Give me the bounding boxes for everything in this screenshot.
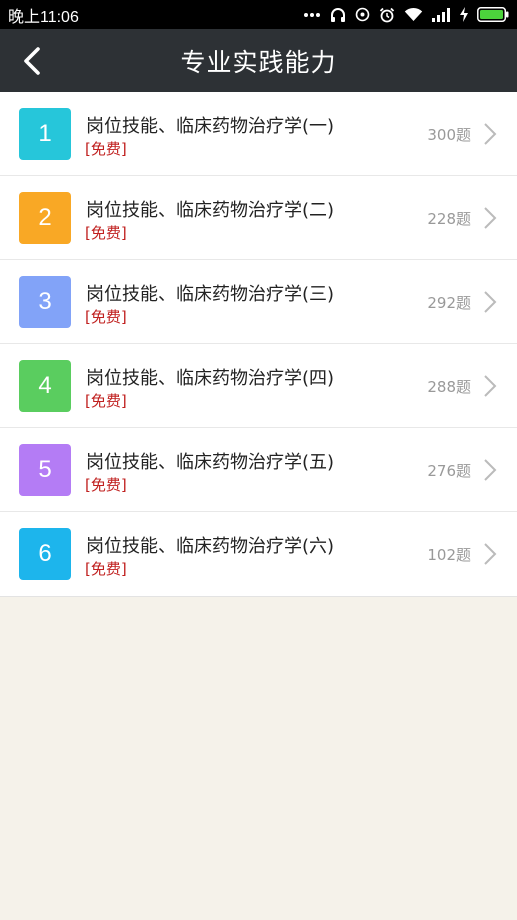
list-item[interactable]: 6 岗位技能、临床药物治疗学(六) [免费] 102题 <box>0 512 517 596</box>
list-item[interactable]: 5 岗位技能、临床药物治疗学(五) [免费] 276题 <box>0 428 517 512</box>
status-time: 晚上11:06 <box>8 8 79 26</box>
number-badge: 3 <box>19 276 71 328</box>
list-item[interactable]: 3 岗位技能、临床药物治疗学(三) [免费] 292题 <box>0 260 517 344</box>
chevron-right-icon <box>484 543 497 565</box>
wifi-icon <box>404 7 423 21</box>
item-title: 岗位技能、临床药物治疗学(六) <box>86 536 335 557</box>
headphones-icon <box>331 7 345 22</box>
status-icons <box>303 7 509 23</box>
question-count: 288题 <box>427 378 471 396</box>
list-item[interactable]: 1 岗位技能、临床药物治疗学(一) [免费] 300题 <box>0 92 517 176</box>
number-badge: 4 <box>19 360 71 412</box>
question-count: 102题 <box>427 546 471 564</box>
chevron-right-icon <box>484 123 497 145</box>
free-tag: [免费] <box>85 224 127 242</box>
list-item[interactable]: 4 岗位技能、临床药物治疗学(四) [免费] 288题 <box>0 344 517 428</box>
chevron-left-icon <box>24 46 40 75</box>
free-tag: [免费] <box>85 560 127 578</box>
item-title: 岗位技能、临床药物治疗学(三) <box>86 284 335 305</box>
back-button[interactable] <box>10 29 54 92</box>
number-badge: 5 <box>19 444 71 496</box>
number-badge: 1 <box>19 108 71 160</box>
question-count: 276题 <box>427 462 471 480</box>
item-title: 岗位技能、临床药物治疗学(五) <box>86 452 335 473</box>
chevron-right-icon <box>484 459 497 481</box>
question-count: 292题 <box>427 294 471 312</box>
number-badge: 2 <box>19 192 71 244</box>
item-title: 岗位技能、临床药物治疗学(二) <box>86 200 335 221</box>
signal-icon <box>432 7 450 22</box>
question-count: 300题 <box>427 126 471 144</box>
more-dots-icon <box>304 12 320 17</box>
item-title: 岗位技能、临床药物治疗学(一) <box>86 116 335 137</box>
chevron-right-icon <box>484 375 497 397</box>
free-tag: [免费] <box>85 140 127 158</box>
number-badge: 6 <box>19 528 71 580</box>
list-item[interactable]: 2 岗位技能、临床药物治疗学(二) [免费] 228题 <box>0 176 517 260</box>
chevron-right-icon <box>484 207 497 229</box>
alarm-icon <box>379 7 395 22</box>
question-count: 228题 <box>427 210 471 228</box>
free-tag: [免费] <box>85 308 127 326</box>
charging-icon <box>460 7 468 22</box>
status-bar: 晚上11:06 <box>0 0 517 29</box>
item-title: 岗位技能、临床药物治疗学(四) <box>86 368 335 389</box>
chevron-right-icon <box>484 291 497 313</box>
free-tag: [免费] <box>85 392 127 410</box>
free-tag: [免费] <box>85 476 127 494</box>
battery-icon <box>477 7 509 22</box>
chapter-list: 1 岗位技能、临床药物治疗学(一) [免费] 300题 2 岗位技能、临床药物治… <box>0 92 517 597</box>
nav-bar: 专业实践能力 <box>0 29 517 92</box>
sync-icon <box>355 7 370 22</box>
page-title: 专业实践能力 <box>180 47 337 77</box>
